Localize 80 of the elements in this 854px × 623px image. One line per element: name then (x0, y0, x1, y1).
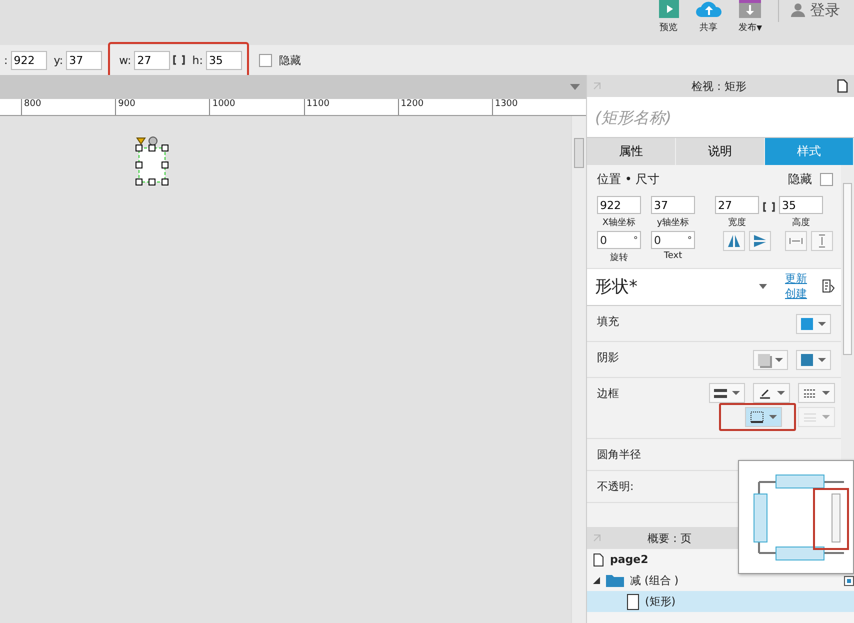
border-bottom-icon (750, 411, 764, 423)
flip-vertical-icon (753, 234, 767, 248)
name-field[interactable]: (矩形名称) (587, 97, 854, 138)
field-label: w: (119, 54, 132, 66)
field-caption: 高度 (792, 216, 810, 229)
tab[interactable]: 属性 (587, 138, 676, 165)
field-label: h: (192, 54, 203, 66)
tree-item[interactable]: page2 (587, 549, 854, 570)
ruler-label: 900 (115, 99, 210, 115)
fill-color-dropdown[interactable] (796, 314, 831, 334)
section-title: 位置 • 尺寸 (597, 171, 660, 188)
property-label: 填充 (597, 314, 619, 329)
input-field[interactable]: 37 (66, 50, 102, 70)
tree-item[interactable]: (矩形) (587, 591, 854, 612)
panel-title: 检视 : 矩形 (692, 78, 746, 94)
flip-horizontal-icon (727, 234, 741, 248)
property-label: 不透明: (597, 479, 634, 494)
distribute-vertical-button[interactable] (811, 231, 833, 251)
toolbar-button[interactable]: 共享 (686, 0, 731, 34)
link[interactable]: 创建 (785, 286, 807, 301)
property-label: 阴影 (597, 350, 619, 365)
ruler-label: 1000 (209, 99, 304, 115)
field-caption: y轴坐标 (656, 216, 690, 229)
property-label: 圆角半径 (597, 447, 641, 462)
input-field[interactable]: 922 (597, 196, 641, 214)
link[interactable]: 更新 (785, 271, 807, 286)
line-color-dropdown[interactable] (753, 383, 790, 403)
field-caption: 旋转 (610, 252, 628, 264)
checkbox[interactable] (258, 54, 272, 66)
scrollbar[interactable] (571, 116, 586, 623)
checkbox-label: 隐藏 (278, 52, 301, 68)
ruler-label: 1200 (398, 99, 492, 115)
dropdown-arrow-icon (570, 84, 580, 90)
field-label: y: (54, 54, 64, 66)
input-field[interactable]: 27 (134, 50, 170, 70)
input-field[interactable]: 27 (715, 196, 759, 214)
field-caption: Text (664, 251, 682, 261)
cloud-upload-icon (694, 0, 723, 18)
download-icon (739, 0, 762, 18)
flip-horizontal-button[interactable] (723, 231, 745, 251)
shadow-dropdown[interactable] (753, 350, 788, 370)
tree-item[interactable]: 减 (组合 ) (587, 570, 854, 591)
checkbox-label: 隐藏 (788, 171, 812, 188)
ruler-label: 1100 (304, 99, 398, 115)
checkbox[interactable] (820, 173, 833, 186)
pen-icon (758, 387, 772, 399)
style-name: 形状* (595, 276, 638, 298)
distribute-horizontal-button[interactable] (785, 231, 807, 251)
line-style-dropdown[interactable] (798, 383, 835, 403)
page-icon (593, 552, 604, 566)
input-field[interactable]: 37 (651, 196, 695, 214)
page-icon[interactable] (836, 79, 848, 93)
rectangle-icon (627, 594, 639, 610)
link-icon[interactable] (763, 202, 775, 212)
field-caption: 宽度 (728, 216, 746, 229)
shadow-color-dropdown[interactable] (796, 350, 831, 370)
folder-icon (606, 574, 624, 587)
expand-arrow-icon[interactable] (593, 577, 600, 584)
tab[interactable]: 说明 (676, 138, 765, 165)
input-field[interactable]: 35 (779, 196, 823, 214)
field-caption: X轴坐标 (602, 216, 636, 229)
panel-title: 概要 : 页 (648, 530, 692, 546)
lines-icon (803, 412, 817, 422)
link-icon (173, 55, 186, 65)
border-visibility-dropdown[interactable] (745, 407, 782, 427)
ruler-label: 800 (21, 99, 116, 115)
login-button[interactable]: 登录 (787, 0, 844, 20)
line-weight-dropdown[interactable] (709, 383, 745, 403)
edit-document-icon[interactable] (821, 279, 835, 293)
property-label: 边框 (597, 386, 619, 401)
field-label: : (4, 54, 8, 66)
user-icon (791, 3, 805, 17)
play-icon (658, 0, 679, 18)
highlight-frame (813, 488, 849, 550)
input-field[interactable]: 35 (206, 50, 242, 70)
input-field[interactable]: 922 (10, 50, 47, 70)
dashed-lines-icon (803, 388, 817, 398)
flip-vertical-button[interactable] (749, 231, 771, 251)
dropdown-arrow-icon[interactable] (759, 284, 767, 288)
toolbar-button[interactable]: 预览 (650, 0, 687, 34)
